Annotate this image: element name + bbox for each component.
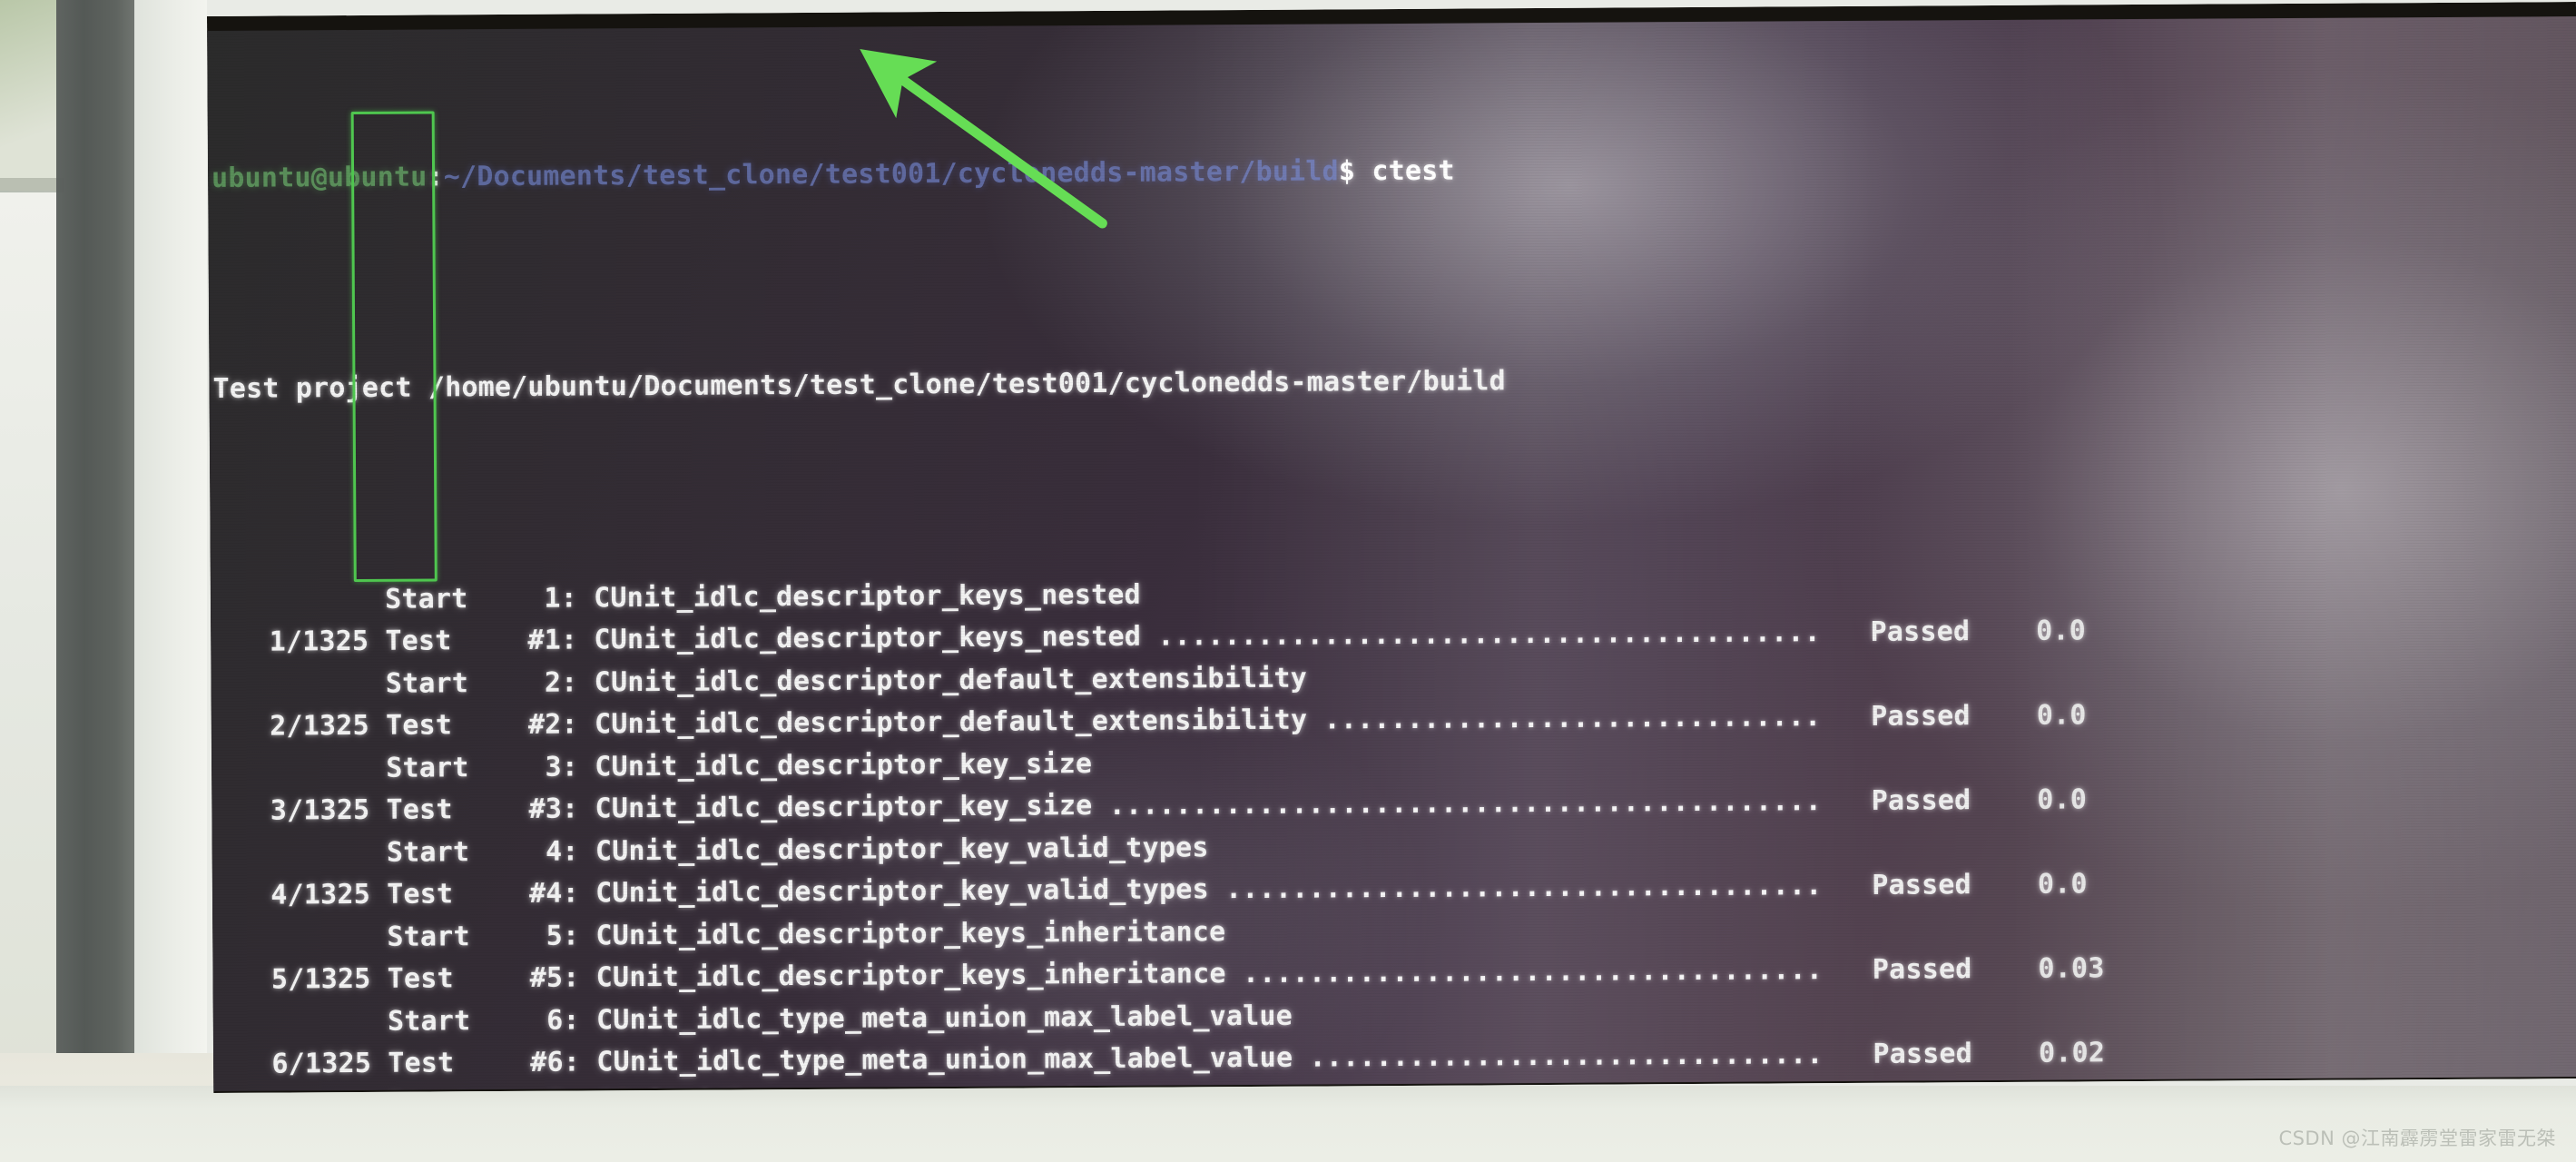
ctest-index: 3/1325 (270, 793, 370, 827)
ctest-index: 5/1325 (270, 962, 371, 996)
wall-right (134, 0, 207, 1162)
ctest-index: 2/1325 (270, 709, 369, 743)
ctest-test-name: CUnit_idlc_type_meta_union_max_label_val… (579, 1000, 1293, 1037)
prompt-path: ~/Documents/test_clone/test001/cyclonedd… (443, 154, 1339, 192)
ctest-test-number: 1: (544, 582, 578, 615)
ctest-test-number: 6: (546, 1004, 580, 1037)
ctest-test-number: #4: (529, 877, 580, 910)
ctest-duration: 0.0 (1970, 699, 2087, 733)
ctest-duration: 0.0 (1971, 868, 2088, 901)
prompt-sigil: $ (1338, 154, 1356, 187)
ctest-test-number: #5: (529, 961, 580, 994)
ctest-test-name: CUnit_idlc_descriptor_keys_inheritance (579, 915, 1226, 952)
ctest-test-number: 5: (546, 920, 580, 952)
ctest-duration: 0.0 (1970, 615, 2087, 648)
ctest-keyword: Start (368, 582, 468, 615)
ctest-test-number: #3: (528, 793, 579, 825)
ctest-dot-leader: ............................... (1293, 1039, 1824, 1074)
window-lower (0, 192, 62, 1082)
ctest-keyword: Test (370, 1047, 455, 1079)
ctest-keyword: Start (370, 1004, 471, 1038)
ctest-status: Passed (1821, 700, 1971, 734)
ctest-keyword: Start (369, 666, 469, 700)
ctest-test-name: CUnit_idlc_type_meta_union_max_label_val… (579, 1041, 1293, 1078)
ctest-status: Passed (1822, 869, 1971, 902)
ctest-index (216, 945, 370, 946)
ctest-dot-leader: ........................................ (1140, 616, 1821, 653)
ctest-test-number: #1: (527, 624, 578, 656)
bottom-surface (0, 1086, 2576, 1162)
ctest-dot-leader: .................................... (1208, 870, 1823, 906)
ctest-index: 4/1325 (270, 878, 371, 911)
ctest-duration: 0.03 (1971, 952, 2105, 986)
ctest-line-list: Start 1: CUnit_idlc_descriptor_keys_neste… (211, 566, 2576, 1091)
ctest-test-number: 4: (545, 835, 579, 868)
ctest-test-name: CUnit_idlc_descriptor_key_size (578, 790, 1093, 825)
terminal-output: ubuntu@ubuntu:~/Documents/test_clone/tes… (207, 16, 2576, 1091)
ctest-test-name: CUnit_idlc_descriptor_keys_nested (576, 578, 1141, 615)
ctest-index (215, 776, 369, 777)
window-pane (0, 0, 60, 191)
ctest-status: Passed (1823, 1038, 1973, 1071)
ctest-test-name: CUnit_idlc_descriptor_keys_nested (577, 620, 1142, 656)
ctest-keyword: Start (369, 751, 469, 784)
test-project-line: Test project /home/ubuntu/Documents/test… (212, 365, 1506, 405)
csdn-watermark: CSDN @江南霹雳堂雷家雷无桀 (2278, 1128, 2556, 1149)
ctest-test-name: CUnit_idlc_descriptor_keys_inheritance (579, 958, 1226, 994)
monitor: ubuntu@ubuntu:~/Documents/test_clone/tes… (207, 2, 2576, 1093)
prompt-command: ctest (1372, 154, 1455, 187)
ctest-status: Passed (1821, 784, 1971, 818)
ctest-dot-leader: .............................. (1307, 701, 1822, 736)
ctest-index (214, 607, 369, 608)
ctest-index (217, 1029, 371, 1030)
prompt-user-host: ubuntu@ubuntu (211, 161, 428, 194)
ctest-test-number: 2: (544, 666, 578, 699)
ctest-keyword: Start (370, 920, 470, 953)
ctest-test-name: CUnit_idlc_descriptor_key_valid_types (578, 873, 1209, 910)
ctest-duration: 0.02 (1971, 1037, 2106, 1070)
ctest-status: Passed (1822, 953, 1972, 987)
ctest-status: Passed (1820, 615, 1971, 649)
ctest-duration: 0.0 (1971, 783, 2088, 817)
ctest-index: 1/1325 (269, 625, 369, 658)
ctest-test-number: 3: (545, 751, 579, 783)
ctest-keyword: Test (369, 878, 454, 911)
ctest-test-number: #6: (530, 1046, 581, 1078)
ctest-test-name: CUnit_idlc_descriptor_key_valid_types (578, 831, 1209, 868)
terminal-prompt-line: ubuntu@ubuntu:~/Documents/test_clone/tes… (208, 143, 2576, 200)
prompt-separator: : (427, 160, 444, 193)
ctest-index (215, 692, 369, 693)
ctest-test-name: CUnit_idlc_descriptor_key_size (577, 747, 1093, 783)
terminal-window[interactable]: ubuntu@ubuntu:~/Documents/test_clone/tes… (207, 16, 2576, 1091)
wall-dark-column (56, 0, 136, 1162)
ctest-keyword: Test (369, 793, 453, 826)
ctest-keyword: Test (369, 625, 452, 657)
ctest-keyword: Test (370, 962, 454, 995)
ctest-keyword: Test (369, 709, 453, 742)
ctest-test-name: CUnit_idlc_descriptor_default_extensibil… (577, 704, 1308, 741)
ctest-keyword: Start (369, 835, 470, 869)
ctest-index (216, 861, 370, 862)
ctest-index: 6/1325 (271, 1047, 372, 1080)
ctest-test-name: CUnit_idlc_descriptor_default_extensibil… (577, 662, 1308, 699)
window-sill (0, 178, 64, 192)
ctest-test-number: #2: (527, 708, 578, 741)
ctest-dot-leader: ........................................… (1092, 785, 1823, 822)
ctest-dot-leader: ................................... (1225, 954, 1824, 990)
